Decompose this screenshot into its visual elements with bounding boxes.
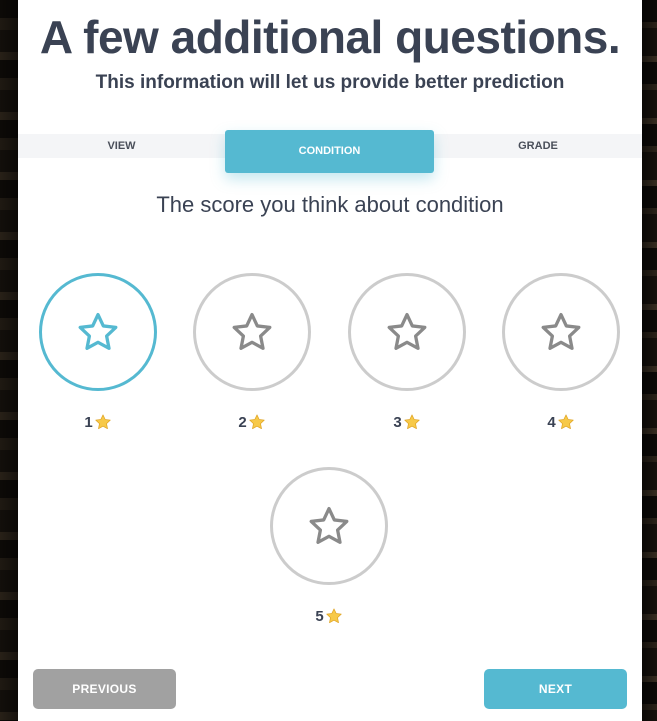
star-emoji-icon xyxy=(404,414,420,430)
star-icon xyxy=(232,312,272,350)
step-tabs: VIEW GRADE CONDITION xyxy=(18,130,642,173)
star-emoji-icon xyxy=(558,414,574,430)
star-icon xyxy=(309,506,349,544)
page-subtitle: This information will let us provide bet… xyxy=(95,72,565,93)
star-emoji-icon xyxy=(249,414,265,430)
page-title: A few additional questions. xyxy=(39,11,621,63)
rating-label: 4 xyxy=(502,413,620,431)
rating-option-1[interactable]: 1 xyxy=(39,273,157,431)
rating-label: 3 xyxy=(348,413,466,431)
rating-circle[interactable] xyxy=(502,273,620,391)
rating-circle[interactable] xyxy=(193,273,311,391)
star-emoji-icon xyxy=(95,414,111,430)
rating-circle[interactable] xyxy=(39,273,157,391)
rating-option-3[interactable]: 3 xyxy=(348,273,466,431)
next-button[interactable]: NEXT xyxy=(484,669,627,709)
question-text: The score you think about condition xyxy=(156,192,504,217)
star-icon xyxy=(541,312,581,350)
rating-option-2[interactable]: 2 xyxy=(193,273,311,431)
star-emoji-icon xyxy=(326,608,342,624)
rating-option-4[interactable]: 4 xyxy=(502,273,620,431)
rating-option-5[interactable]: 5 xyxy=(270,467,388,625)
rating-label: 1 xyxy=(39,413,157,431)
rating-value: 1 xyxy=(84,413,93,431)
rating-value: 2 xyxy=(238,413,247,431)
rating-circle[interactable] xyxy=(270,467,388,585)
previous-button[interactable]: PREVIOUS xyxy=(33,669,176,709)
tab-view[interactable]: VIEW xyxy=(18,134,225,158)
star-icon xyxy=(387,312,427,350)
tab-grade[interactable]: GRADE xyxy=(434,134,642,158)
rating-circle[interactable] xyxy=(348,273,466,391)
star-icon xyxy=(78,312,118,350)
rating-label: 2 xyxy=(193,413,311,431)
background-photo-left xyxy=(0,0,18,721)
tab-condition[interactable]: CONDITION xyxy=(225,130,434,173)
rating-label: 5 xyxy=(270,607,388,625)
rating-value: 4 xyxy=(547,413,556,431)
rating-value: 5 xyxy=(315,607,324,625)
questionnaire-panel: A few additional questions. This informa… xyxy=(18,0,642,721)
background-photo-right xyxy=(642,0,657,721)
rating-value: 3 xyxy=(393,413,402,431)
